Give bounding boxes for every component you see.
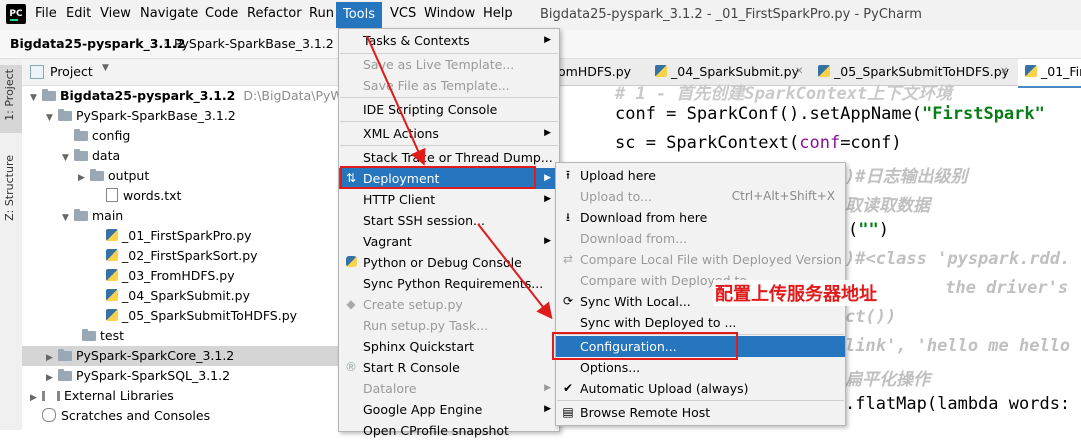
arrow-to-deployment [366, 35, 426, 166]
annotation-arrows [366, 35, 553, 320]
arrow-to-configuration [477, 223, 553, 320]
